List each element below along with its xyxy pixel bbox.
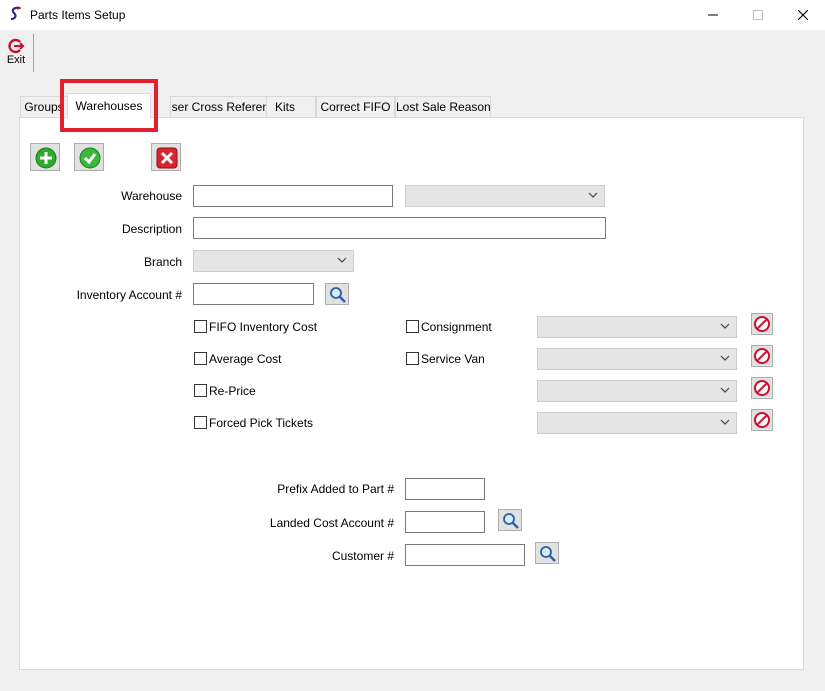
customer-search-button[interactable] — [535, 542, 559, 564]
prefix-input[interactable] — [405, 478, 485, 500]
exit-icon — [8, 38, 25, 54]
consignment-checkbox[interactable] — [406, 320, 419, 333]
average-cost-checkbox[interactable] — [194, 352, 207, 365]
prefix-label: Prefix Added to Part # — [277, 482, 394, 496]
checkmark-icon — [79, 147, 101, 169]
magnifier-icon — [503, 513, 519, 529]
fifo-label: FIFO Inventory Cost — [209, 320, 318, 334]
warehouses-panel: Warehouse Description Branch Inventory A… — [19, 117, 804, 670]
consignment-label: Consignment — [421, 320, 492, 334]
customer-label: Customer # — [331, 549, 394, 563]
cancel-x-icon — [156, 147, 178, 169]
close-icon — [798, 10, 808, 20]
branch-label: Branch — [143, 255, 182, 269]
description-input[interactable] — [193, 217, 606, 239]
chevron-down-icon — [720, 355, 730, 361]
toolbar-separator — [33, 34, 34, 72]
minimize-icon — [708, 14, 718, 16]
window-title: Parts Items Setup — [30, 8, 126, 22]
branch-select[interactable] — [193, 250, 354, 272]
chevron-down-icon — [337, 257, 347, 263]
chevron-down-icon — [588, 192, 598, 198]
no-entry-icon — [754, 380, 770, 396]
no-entry-icon — [754, 348, 770, 364]
warehouse-input[interactable] — [193, 185, 393, 207]
save-button[interactable] — [74, 143, 104, 171]
landed-cost-search-button[interactable] — [498, 509, 522, 531]
description-label: Description — [121, 222, 182, 236]
customer-input[interactable] — [405, 544, 525, 566]
tab-user-cross-reference[interactable]: User Cross Reference — [170, 96, 267, 117]
inventory-account-label: Inventory Account # — [76, 288, 182, 302]
forced-pick-select[interactable] — [537, 412, 737, 434]
service-van-label: Service Van — [421, 352, 485, 366]
cancel-button[interactable] — [151, 143, 181, 171]
inventory-account-search-button[interactable] — [325, 283, 349, 305]
tab-groups[interactable]: Groups — [20, 96, 68, 117]
fifo-checkbox[interactable] — [194, 320, 207, 333]
landed-cost-input[interactable] — [405, 511, 485, 533]
chevron-down-icon — [720, 387, 730, 393]
reprice-clear-button[interactable] — [751, 377, 773, 399]
consignment-select[interactable] — [537, 316, 737, 338]
add-button[interactable] — [30, 143, 60, 171]
consignment-clear-button[interactable] — [751, 313, 773, 335]
maximize-button[interactable] — [735, 0, 781, 30]
warehouse-label: Warehouse — [121, 189, 182, 203]
exit-label: Exit — [6, 54, 26, 66]
reprice-select[interactable] — [537, 380, 737, 402]
no-entry-icon — [754, 316, 770, 332]
tab-warehouses[interactable]: Warehouses — [67, 93, 151, 118]
forced-pick-label: Forced Pick Tickets — [209, 416, 314, 430]
service-van-select[interactable] — [537, 348, 737, 370]
service-van-checkbox[interactable] — [406, 352, 419, 365]
minimize-button[interactable] — [690, 0, 736, 30]
tab-lost-sale-reason[interactable]: Lost Sale Reason — [395, 96, 491, 117]
close-button[interactable] — [780, 0, 825, 30]
maximize-icon — [753, 10, 763, 20]
forced-pick-clear-button[interactable] — [751, 409, 773, 431]
toolbar: Exit — [0, 30, 825, 74]
tab-kits[interactable]: Kits — [266, 96, 316, 117]
reprice-label: Re-Price — [209, 384, 256, 398]
tab-correct-fifo[interactable]: Correct FIFO — [316, 96, 395, 117]
chevron-down-icon — [720, 419, 730, 425]
app-logo-icon — [10, 6, 22, 21]
reprice-checkbox[interactable] — [194, 384, 207, 397]
service-van-clear-button[interactable] — [751, 345, 773, 367]
no-entry-icon — [754, 412, 770, 428]
forced-pick-checkbox[interactable] — [194, 416, 207, 429]
inventory-account-input[interactable] — [193, 283, 314, 305]
landed-cost-label: Landed Cost Account # — [269, 516, 394, 530]
average-cost-label: Average Cost — [209, 352, 282, 366]
exit-button[interactable]: Exit — [2, 36, 30, 72]
title-bar: Parts Items Setup — [0, 0, 825, 30]
magnifier-icon — [330, 287, 346, 303]
chevron-down-icon — [720, 323, 730, 329]
plus-icon — [35, 147, 57, 169]
warehouse-select[interactable] — [405, 185, 605, 207]
magnifier-icon — [540, 546, 556, 562]
